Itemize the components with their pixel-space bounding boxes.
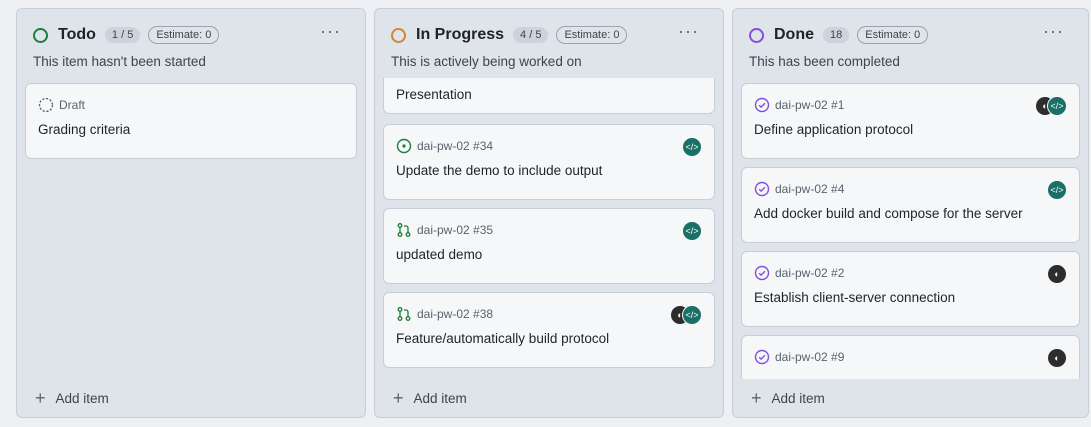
estimate-badge: Estimate: 0 [148,26,220,44]
column-menu-icon[interactable]: ··· [1043,21,1064,42]
todo-status-icon [33,27,48,43]
project-card[interactable]: dai-pw-02 #1 Define application protocol… [741,83,1080,159]
project-card[interactable]: dai-pw-02 #4 Add docker build and compos… [741,167,1080,243]
column-title: In Progress [416,26,505,43]
open-issue-icon [396,138,412,154]
card-list: Presentation dai-pw-02 #34 Update the de… [383,78,715,379]
card-title[interactable]: Establish client-server connection [754,290,955,305]
add-item-button[interactable]: + Add item [751,389,825,407]
card-title[interactable]: updated demo [396,247,482,262]
pull-request-icon [396,222,412,238]
closed-issue-icon [754,181,770,197]
card-title[interactable]: Grading criteria [38,122,130,137]
item-count-badge: 1 / 5 [104,27,141,43]
pull-request-icon [396,306,412,322]
assignees: </> [682,137,702,157]
card-ref: dai-pw-02 #38 [417,307,494,321]
card-title[interactable]: Feature/automatically build protocol [396,331,609,346]
avatar[interactable]: </> [682,221,702,241]
card-ref: dai-pw-02 #2 [775,266,845,280]
item-count-badge: 4 / 5 [513,27,549,43]
column-description: This item hasn't been started [33,54,206,69]
card-title[interactable]: Add docker build and compose for the ser… [754,206,1023,221]
done-status-icon [749,27,764,43]
column-todo: Todo 1 / 5 Estimate: 0 ··· This item has… [16,8,366,418]
column-menu-icon[interactable]: ··· [320,21,341,42]
add-item-label: Add item [771,390,825,406]
avatar[interactable]: </> [682,305,702,325]
project-card[interactable]: dai-pw-02 #2 Establish client-server con… [741,251,1080,327]
item-count-badge: 18 [823,27,850,43]
column-description: This is actively being worked on [391,54,582,69]
avatar[interactable]: </> [682,137,702,157]
assignees: ◐ [1047,348,1067,368]
add-item-button[interactable]: + Add item [35,389,109,407]
assignees: ◐ [1047,264,1067,284]
add-item-button[interactable]: + Add item [393,389,467,407]
card-title[interactable]: Presentation [396,87,472,102]
card-ref: dai-pw-02 #9 [775,350,845,364]
project-card[interactable]: dai-pw-02 #38 Feature/automatically buil… [383,292,715,368]
card-title[interactable]: Update the demo to include output [396,163,602,178]
add-item-label: Add item [413,390,467,406]
column-header: Done 18 Estimate: 0 ··· [749,21,1072,45]
plus-icon: + [751,388,762,408]
card-ref: dai-pw-02 #34 [417,139,494,153]
assignees: </> [1047,180,1067,200]
project-card[interactable]: dai-pw-02 #34 Update the demo to include… [383,124,715,200]
card-ref: dai-pw-02 #35 [417,223,494,237]
add-item-label: Add item [55,390,109,406]
column-header: Todo 1 / 5 Estimate: 0 ··· [33,21,349,45]
column-header: In Progress 4 / 5 Estimate: 0 ··· [391,21,707,45]
avatar[interactable]: ◐ [1047,264,1067,284]
column-done: Done 18 Estimate: 0 ··· This has been co… [732,8,1089,418]
card-list: Draft Grading criteria [25,78,357,379]
column-menu-icon[interactable]: ··· [678,21,699,42]
plus-icon: + [35,388,46,408]
column-title: Todo [58,26,96,43]
estimate-badge: Estimate: 0 [857,26,929,44]
column-in-progress: In Progress 4 / 5 Estimate: 0 ··· This i… [374,8,724,418]
column-description: This has been completed [749,54,900,69]
closed-issue-icon [754,265,770,281]
card-list: dai-pw-02 #1 Define application protocol… [741,78,1080,379]
card-ref: Draft [59,98,86,112]
assignees: ◐ </> [1035,96,1067,116]
card-ref: dai-pw-02 #1 [775,98,845,112]
column-title: Done [774,26,814,43]
card-title[interactable]: Define application protocol [754,122,913,137]
card-ref: dai-pw-02 #4 [775,182,845,196]
plus-icon: + [393,388,404,408]
avatar[interactable]: </> [1047,180,1067,200]
closed-issue-icon [754,349,770,365]
project-card[interactable]: Draft Grading criteria [25,83,357,159]
assignees: </> [682,221,702,241]
project-card[interactable]: Presentation [383,78,715,114]
estimate-badge: Estimate: 0 [556,26,628,44]
in-progress-status-icon [391,27,406,43]
closed-issue-icon [754,97,770,113]
avatar[interactable]: ◐ [1047,348,1067,368]
assignees: ◐ </> [670,305,702,325]
avatar[interactable]: </> [1047,96,1067,116]
project-card[interactable]: dai-pw-02 #9 ◐ [741,335,1080,379]
draft-icon [38,97,54,113]
project-card[interactable]: dai-pw-02 #35 updated demo </> [383,208,715,284]
